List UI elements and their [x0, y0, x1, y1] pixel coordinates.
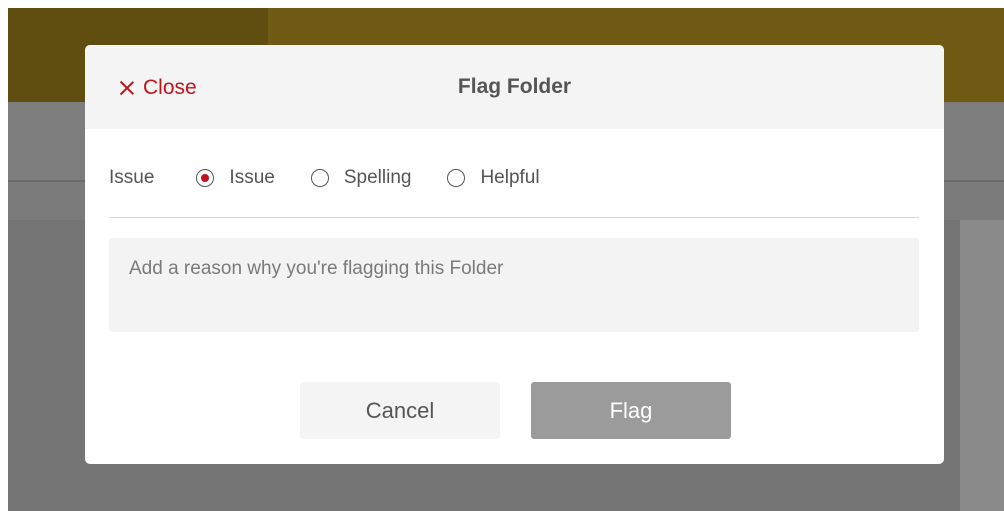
modal-title: Flag Folder [457, 75, 572, 98]
cancel-button[interactable]: Cancel [300, 382, 500, 439]
radio-icon[interactable] [196, 169, 215, 187]
issue-type-row: Issue Issue Spelling Helpful [109, 163, 576, 193]
radio-option-spelling[interactable]: Spelling [310, 167, 412, 189]
flag-folder-modal: Close Flag Folder Issue Issue Spelling H… [85, 45, 944, 464]
modal-header: Close Flag Folder [85, 45, 944, 129]
radio-label-spelling: Spelling [343, 167, 412, 188]
radio-option-helpful[interactable]: Helpful [447, 167, 540, 189]
radio-icon[interactable] [310, 169, 329, 187]
background-scrollbar [960, 220, 1004, 511]
reason-textarea[interactable]: Add a reason why you're flagging this Fo… [109, 238, 919, 332]
issue-type-label: Issue [109, 167, 155, 188]
radio-label-helpful: Helpful [480, 167, 540, 188]
radio-label-issue: Issue [229, 167, 275, 188]
radio-icon[interactable] [447, 169, 466, 187]
divider [109, 217, 919, 218]
radio-option-issue[interactable]: Issue [196, 167, 275, 189]
reason-placeholder: Add a reason why you're flagging this Fo… [129, 258, 504, 279]
flag-button[interactable]: Flag [531, 382, 731, 439]
